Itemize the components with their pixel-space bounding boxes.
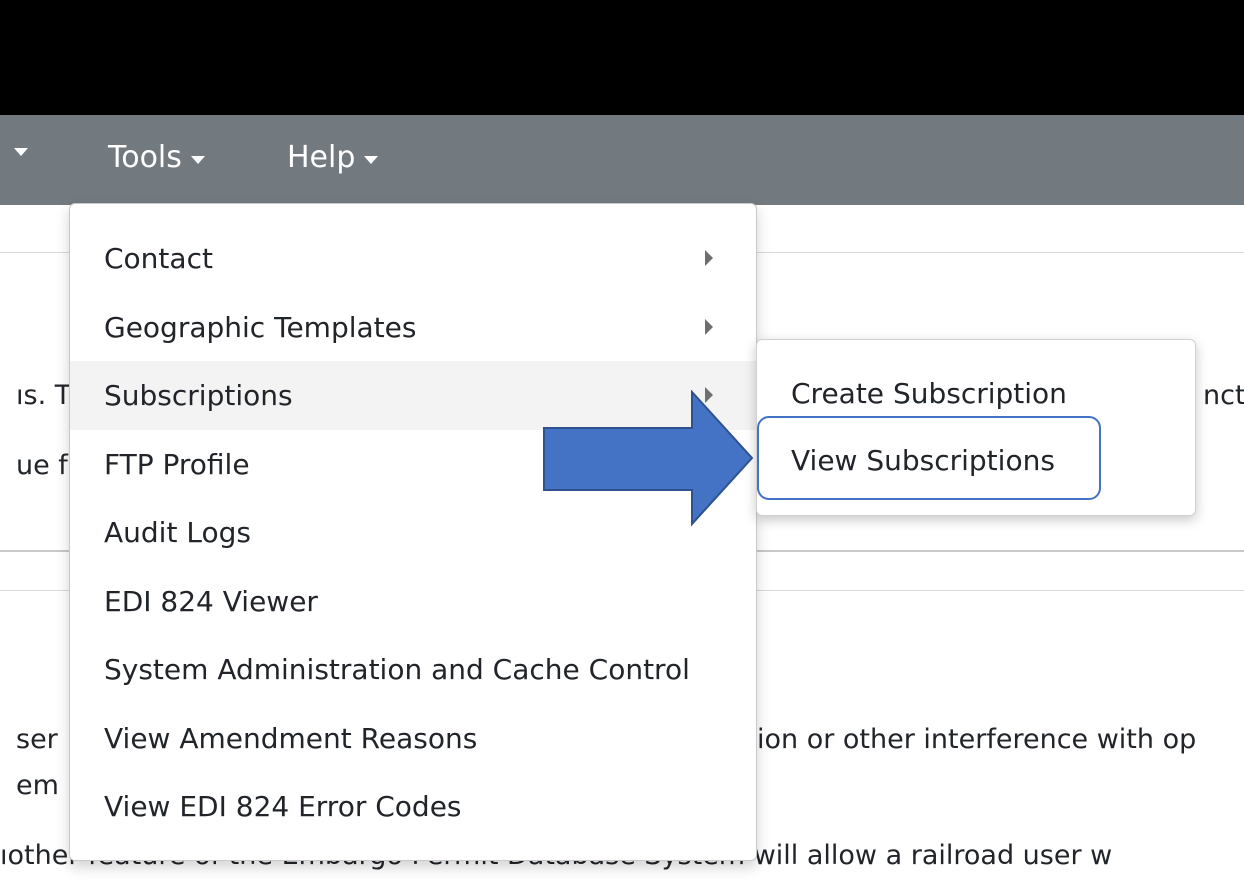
menu-item-label: Contact	[104, 242, 213, 275]
chevron-down-icon	[364, 156, 379, 164]
page-text: ser	[16, 724, 58, 755]
menu-item-label: Geographic Templates	[104, 311, 417, 344]
nav-tools-label: Tools	[108, 140, 182, 175]
menu-item-label: System Administration and Cache Control	[104, 653, 690, 686]
menu-item-geographic-templates[interactable]: Geographic Templates	[70, 293, 756, 362]
page-text: ue f	[16, 450, 68, 481]
submenu-item-label: Create Subscription	[791, 377, 1067, 410]
menu-item-label: View EDI 824 Error Codes	[104, 790, 462, 823]
page-text: ıs. T	[16, 380, 72, 411]
chevron-right-icon	[705, 319, 713, 335]
nav-help-menu[interactable]: Help	[287, 138, 379, 178]
nav-help-label: Help	[287, 140, 356, 175]
menu-item-contact[interactable]: Contact	[70, 224, 756, 293]
chevron-right-icon	[705, 250, 713, 266]
menu-item-label: View Amendment Reasons	[104, 722, 478, 755]
page-text: nct	[1203, 380, 1244, 411]
tools-dropdown-menu: Contact Geographic Templates Subscriptio…	[69, 203, 757, 861]
menu-item-label: FTP Profile	[104, 448, 250, 481]
menu-item-label: EDI 824 Viewer	[104, 585, 318, 618]
chevron-down-icon	[190, 156, 205, 164]
menu-item-label: Audit Logs	[104, 516, 251, 549]
nav-tools-menu[interactable]: Tools	[108, 138, 205, 178]
page-text: ion or other interference with op	[757, 724, 1197, 755]
page-text: em	[16, 770, 59, 801]
menu-item-system-administration[interactable]: System Administration and Cache Control	[70, 635, 756, 704]
top-header-bar	[0, 0, 1244, 115]
menu-item-view-edi-824-error-codes[interactable]: View EDI 824 Error Codes	[70, 772, 756, 841]
menu-item-view-amendment-reasons[interactable]: View Amendment Reasons	[70, 704, 756, 773]
chevron-down-icon[interactable]	[14, 148, 28, 156]
menu-item-label: Subscriptions	[104, 379, 293, 412]
highlight-outline	[757, 416, 1101, 500]
callout-arrow-icon	[543, 390, 754, 527]
menu-item-edi-824-viewer[interactable]: EDI 824 Viewer	[70, 567, 756, 636]
